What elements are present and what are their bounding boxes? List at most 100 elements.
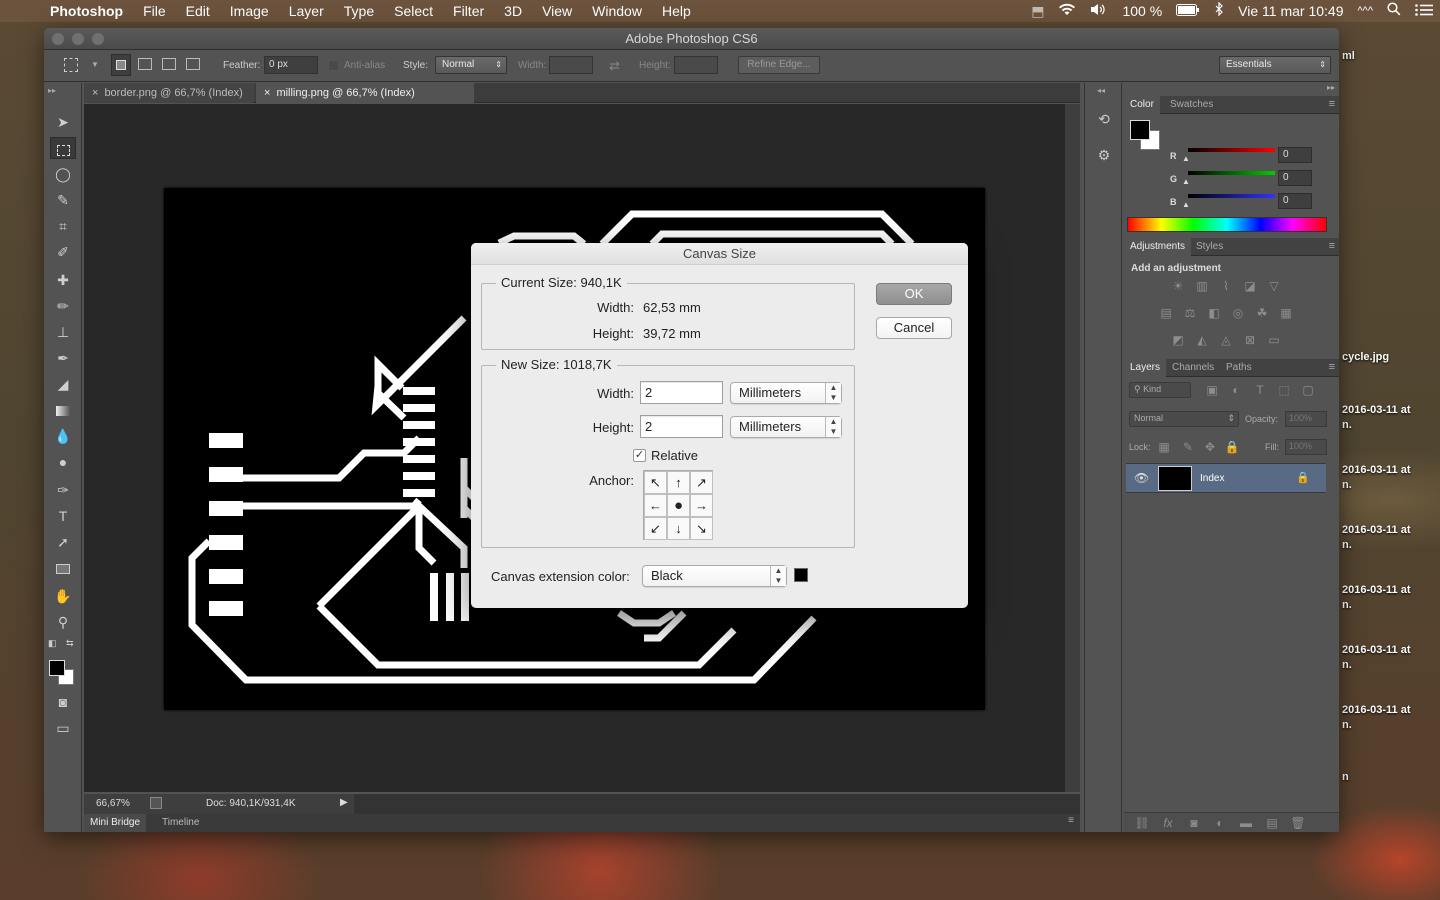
anchor-top-arrow-icon[interactable]: ↑ (667, 471, 690, 494)
antialias-checkbox[interactable] (328, 60, 339, 71)
filter-smart-object-icon[interactable]: ▢ (1300, 383, 1316, 397)
hue-saturation-icon[interactable]: ▤ (1158, 306, 1174, 320)
extension-color-swatch[interactable] (794, 568, 808, 582)
height-input[interactable]: 2 (640, 415, 723, 438)
eyedropper-tool-icon[interactable]: ✐ (50, 241, 76, 263)
default-colors-icon[interactable]: ◧ (48, 638, 57, 649)
tab-styles[interactable]: Styles (1190, 238, 1229, 256)
foreground-color-swatch[interactable] (1130, 120, 1150, 140)
ok-button[interactable]: OK (876, 283, 952, 305)
menu-view[interactable]: View (532, 0, 582, 22)
black-white-icon[interactable]: ◧ (1206, 306, 1222, 320)
menu-help[interactable]: Help (652, 0, 701, 22)
path-selection-tool-icon[interactable]: ➚ (50, 531, 76, 553)
layer-filter-select[interactable]: ⚲ Kind (1129, 382, 1191, 398)
r-slider[interactable] (1188, 148, 1275, 152)
menu-app[interactable]: Photoshop (40, 0, 133, 22)
rectangle-tool-icon[interactable] (50, 557, 76, 579)
channel-mixer-icon[interactable]: ☘ (1254, 306, 1270, 320)
spotlight-icon[interactable] (1380, 0, 1408, 22)
gradient-map-icon[interactable]: ▭ (1266, 333, 1282, 347)
quick-mask-icon[interactable]: ◙ (50, 691, 76, 713)
desktop-item-label[interactable]: ml (1342, 50, 1355, 62)
desktop-item-label[interactable]: 2016-03-11 at (1342, 584, 1411, 596)
desktop-item-label[interactable]: cycle.jpg (1342, 351, 1389, 363)
status-icon[interactable] (150, 797, 162, 809)
filter-type-icon[interactable]: T (1252, 383, 1268, 397)
hand-tool-icon[interactable]: ✋ (50, 585, 76, 607)
new-group-icon[interactable]: ▬ (1238, 816, 1254, 830)
width-unit-select[interactable]: Millimeters ▲ ▼ (730, 382, 842, 404)
tab-timeline[interactable]: Timeline (156, 814, 205, 832)
levels-icon[interactable]: ▥ (1194, 279, 1210, 293)
menu-edit[interactable]: Edit (176, 0, 220, 22)
anchor-bottom-right-arrow-icon[interactable]: ↘ (690, 517, 713, 540)
collapse-icon[interactable]: ◂◂ (1097, 86, 1105, 95)
intersect-selection-button[interactable] (186, 58, 200, 70)
menu-filter[interactable]: Filter (443, 0, 494, 22)
lock-all-icon[interactable]: 🔒 (1224, 440, 1240, 454)
new-adjustment-icon[interactable]: ◐ (1212, 816, 1228, 830)
tab-border[interactable]: × border.png @ 66,7% (Index) (84, 83, 254, 103)
menu-window[interactable]: Window (582, 0, 652, 22)
foreground-color-swatch[interactable] (49, 660, 65, 676)
marquee-preset-icon[interactable] (64, 58, 78, 72)
dodge-tool-icon[interactable]: ● (50, 451, 76, 473)
zoom-window-button[interactable] (92, 33, 104, 45)
swap-colors-icon[interactable]: ⇆ (66, 638, 74, 649)
r-field[interactable]: 0 (1278, 147, 1312, 163)
g-field[interactable]: 0 (1278, 170, 1312, 186)
tab-color[interactable]: Color (1124, 96, 1160, 114)
brush-tool-icon[interactable]: ✏ (50, 295, 76, 317)
desktop-item-label[interactable]: n. (1342, 659, 1352, 671)
anchor-right-arrow-icon[interactable]: → (690, 494, 713, 517)
menu-type[interactable]: Type (334, 0, 384, 22)
tab-channels[interactable]: Channels (1166, 359, 1220, 377)
desktop-item-label[interactable]: n. (1342, 539, 1352, 551)
fill-field[interactable]: 100% (1285, 439, 1327, 455)
layer-row[interactable]: 👁 Index 🔒 (1126, 463, 1326, 493)
blend-mode-select[interactable]: Normal ⇕ (1129, 411, 1239, 427)
close-tab-icon[interactable]: × (264, 87, 270, 99)
b-field[interactable]: 0 (1278, 193, 1312, 209)
history-brush-tool-icon[interactable]: ✒ (50, 347, 76, 369)
panel-menu-icon[interactable]: ≡ (1329, 240, 1335, 252)
quick-selection-tool-icon[interactable]: ✎ (50, 189, 76, 211)
vertical-scrollbar[interactable] (1065, 104, 1080, 792)
clock[interactable]: Vie 11 mar 10:49 (1231, 0, 1350, 22)
new-selection-button[interactable] (111, 54, 131, 76)
refine-edge-button[interactable]: Refine Edge... (738, 56, 820, 74)
menu-3d[interactable]: 3D (494, 0, 532, 22)
zoom-level[interactable]: 66,67% (96, 798, 130, 809)
collapse-icon[interactable]: ▸▸ (48, 86, 56, 95)
lock-transparent-icon[interactable]: ▦ (1156, 440, 1172, 454)
b-slider[interactable] (1188, 194, 1275, 198)
slider-thumb-icon[interactable]: ▲ (1182, 154, 1190, 163)
extension-color-select[interactable]: Black ▲ ▼ (642, 565, 787, 587)
lock-pixels-icon[interactable]: ✎ (1180, 440, 1196, 454)
bluetooth-icon[interactable] (1207, 0, 1231, 22)
volume-icon[interactable] (1083, 0, 1115, 22)
chevron-down-icon[interactable]: ▼ (91, 60, 99, 69)
g-slider[interactable] (1188, 171, 1275, 175)
relative-checkbox[interactable]: ✓ (633, 449, 646, 462)
pen-tool-icon[interactable]: ✑ (50, 479, 76, 501)
desktop-item-label[interactable]: 2016-03-11 at (1342, 644, 1411, 656)
anchor-bottom-arrow-icon[interactable]: ↓ (667, 517, 690, 540)
lasso-tool-icon[interactable]: ◯ (50, 163, 76, 185)
subtract-selection-button[interactable] (162, 58, 176, 70)
eraser-tool-icon[interactable]: ◢ (50, 373, 76, 395)
exposure-icon[interactable]: ◪ (1242, 279, 1258, 293)
panel-menu-icon[interactable]: ≡ (1329, 98, 1335, 110)
link-layers-icon[interactable]: ⛓ (1134, 816, 1150, 830)
horizontal-scrollbar[interactable] (354, 794, 1080, 814)
tab-swatches[interactable]: Swatches (1164, 96, 1219, 114)
panel-menu-icon[interactable]: ≡ (1329, 361, 1335, 373)
desktop-item-label[interactable]: 2016-03-11 at (1342, 404, 1411, 416)
menu-select[interactable]: Select (384, 0, 443, 22)
desktop-item-label[interactable]: n (1342, 771, 1349, 783)
brightness-contrast-icon[interactable]: ☀ (1170, 279, 1186, 293)
history-panel-icon[interactable]: ⟲ (1095, 111, 1113, 133)
clone-stamp-tool-icon[interactable]: ⊥ (50, 321, 76, 343)
width-input[interactable]: 2 (640, 381, 723, 404)
